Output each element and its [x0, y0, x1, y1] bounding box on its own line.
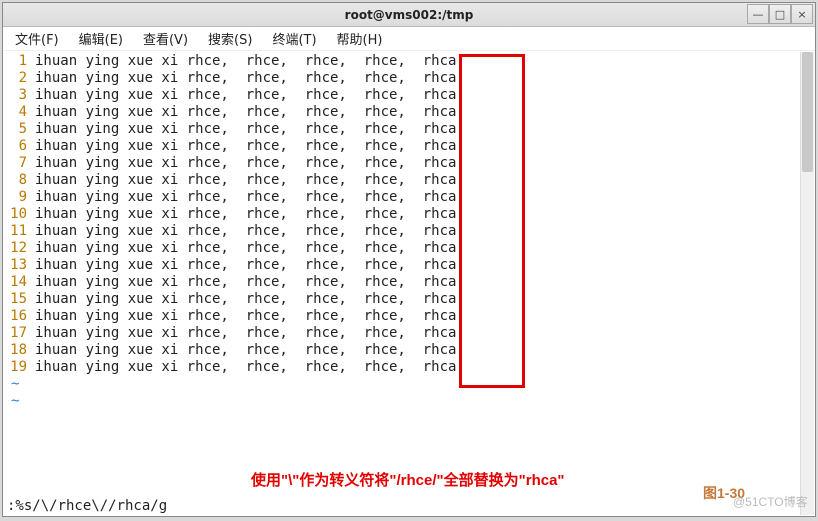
window-controls: — □ ×	[747, 4, 813, 24]
editor-line: 13ihuan ying xue xi rhce, rhce, rhce, rh…	[3, 257, 815, 274]
scroll-thumb[interactable]	[802, 52, 813, 172]
minimize-button[interactable]: —	[747, 4, 769, 24]
menu-view[interactable]: 查看(V)	[133, 26, 198, 51]
editor-line: 15ihuan ying xue xi rhce, rhce, rhce, rh…	[3, 291, 815, 308]
line-number: 4	[3, 104, 31, 121]
line-number: 18	[3, 342, 31, 359]
line-text: ihuan ying xue xi rhce, rhce, rhce, rhce…	[31, 155, 456, 172]
editor-line: 10ihuan ying xue xi rhce, rhce, rhce, rh…	[3, 206, 815, 223]
scrollbar[interactable]	[800, 52, 814, 515]
menu-help[interactable]: 帮助(H)	[327, 26, 393, 51]
line-text: ihuan ying xue xi rhce, rhce, rhce, rhce…	[31, 291, 456, 308]
line-number: 12	[3, 240, 31, 257]
line-number: 9	[3, 189, 31, 206]
line-text: ihuan ying xue xi rhce, rhce, rhce, rhce…	[31, 342, 456, 359]
line-text: ihuan ying xue xi rhce, rhce, rhce, rhce…	[31, 206, 456, 223]
line-number: 15	[3, 291, 31, 308]
line-number: 3	[3, 87, 31, 104]
line-number: 5	[3, 121, 31, 138]
editor-line: 19ihuan ying xue xi rhce, rhce, rhce, rh…	[3, 359, 815, 376]
line-number: 17	[3, 325, 31, 342]
line-text: ihuan ying xue xi rhce, rhce, rhce, rhce…	[31, 308, 456, 325]
editor-line: 18ihuan ying xue xi rhce, rhce, rhce, rh…	[3, 342, 815, 359]
editor-line: 1ihuan ying xue xi rhce, rhce, rhce, rhc…	[3, 53, 815, 70]
editor-line: 8ihuan ying xue xi rhce, rhce, rhce, rhc…	[3, 172, 815, 189]
editor-line: 17ihuan ying xue xi rhce, rhce, rhce, rh…	[3, 325, 815, 342]
line-text: ihuan ying xue xi rhce, rhce, rhce, rhce…	[31, 257, 456, 274]
line-number: 14	[3, 274, 31, 291]
menu-edit[interactable]: 编辑(E)	[69, 26, 133, 51]
line-number: 8	[3, 172, 31, 189]
editor-line: 11ihuan ying xue xi rhce, rhce, rhce, rh…	[3, 223, 815, 240]
terminal-content[interactable]: 1ihuan ying xue xi rhce, rhce, rhce, rhc…	[3, 51, 815, 516]
line-number: 10	[3, 206, 31, 223]
menu-terminal[interactable]: 终端(T)	[262, 26, 326, 51]
menu-search[interactable]: 搜索(S)	[198, 26, 262, 51]
maximize-button[interactable]: □	[769, 4, 791, 24]
editor-line: 14ihuan ying xue xi rhce, rhce, rhce, rh…	[3, 274, 815, 291]
line-text: ihuan ying xue xi rhce, rhce, rhce, rhce…	[31, 359, 456, 376]
line-text: ihuan ying xue xi rhce, rhce, rhce, rhce…	[31, 70, 456, 87]
titlebar: root@vms002:/tmp — □ ×	[3, 3, 815, 27]
line-number: 6	[3, 138, 31, 155]
line-text: ihuan ying xue xi rhce, rhce, rhce, rhce…	[31, 223, 456, 240]
line-text: ihuan ying xue xi rhce, rhce, rhce, rhce…	[31, 325, 456, 342]
editor-line: 12ihuan ying xue xi rhce, rhce, rhce, rh…	[3, 240, 815, 257]
line-text: ihuan ying xue xi rhce, rhce, rhce, rhce…	[31, 53, 456, 70]
terminal-window: root@vms002:/tmp — □ × 文件(F) 编辑(E) 查看(V)…	[2, 2, 816, 517]
line-text: ihuan ying xue xi rhce, rhce, rhce, rhce…	[31, 104, 456, 121]
tilde-line: ~	[3, 376, 815, 393]
line-text: ihuan ying xue xi rhce, rhce, rhce, rhce…	[31, 121, 456, 138]
editor-line: 9ihuan ying xue xi rhce, rhce, rhce, rhc…	[3, 189, 815, 206]
editor-line: 7ihuan ying xue xi rhce, rhce, rhce, rhc…	[3, 155, 815, 172]
menubar: 文件(F) 编辑(E) 查看(V) 搜索(S) 终端(T) 帮助(H)	[3, 27, 815, 51]
line-text: ihuan ying xue xi rhce, rhce, rhce, rhce…	[31, 189, 456, 206]
line-text: ihuan ying xue xi rhce, rhce, rhce, rhce…	[31, 87, 456, 104]
line-text: ihuan ying xue xi rhce, rhce, rhce, rhce…	[31, 240, 456, 257]
line-number: 19	[3, 359, 31, 376]
line-number: 16	[3, 308, 31, 325]
editor-line: 6ihuan ying xue xi rhce, rhce, rhce, rhc…	[3, 138, 815, 155]
editor-line: 5ihuan ying xue xi rhce, rhce, rhce, rhc…	[3, 121, 815, 138]
line-text: ihuan ying xue xi rhce, rhce, rhce, rhce…	[31, 274, 456, 291]
close-button[interactable]: ×	[791, 4, 813, 24]
line-text: ihuan ying xue xi rhce, rhce, rhce, rhce…	[31, 138, 456, 155]
line-number: 2	[3, 70, 31, 87]
annotation-text: 使用"\"作为转义符将"/rhce/"全部替换为"rhca"	[251, 469, 565, 490]
line-text: ihuan ying xue xi rhce, rhce, rhce, rhce…	[31, 172, 456, 189]
editor-line: 2ihuan ying xue xi rhce, rhce, rhce, rhc…	[3, 70, 815, 87]
vim-command-line[interactable]: :%s/\/rhce\//rhca/g	[7, 498, 167, 514]
line-number: 11	[3, 223, 31, 240]
line-number: 7	[3, 155, 31, 172]
editor-line: 4ihuan ying xue xi rhce, rhce, rhce, rhc…	[3, 104, 815, 121]
editor-line: 16ihuan ying xue xi rhce, rhce, rhce, rh…	[3, 308, 815, 325]
watermark: @51CTO博客	[733, 493, 808, 510]
editor-line: 3ihuan ying xue xi rhce, rhce, rhce, rhc…	[3, 87, 815, 104]
menu-file[interactable]: 文件(F)	[5, 26, 69, 51]
line-number: 13	[3, 257, 31, 274]
window-title: root@vms002:/tmp	[345, 8, 474, 22]
line-number: 1	[3, 53, 31, 70]
tilde-line: ~	[3, 393, 815, 410]
